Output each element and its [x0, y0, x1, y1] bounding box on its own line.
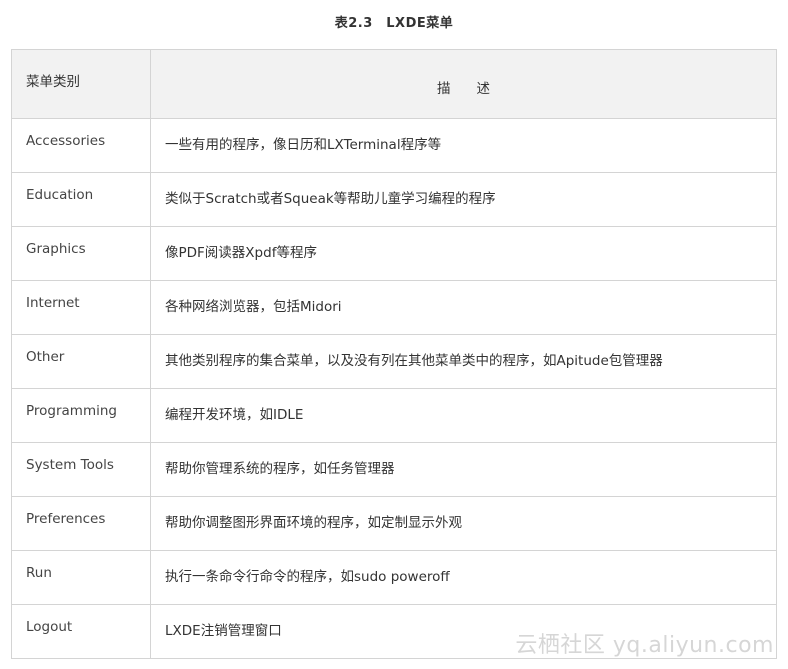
table-row: Run 执行一条命令行命令的程序，如sudo poweroff	[11, 550, 777, 605]
row-category: Preferences	[11, 496, 151, 551]
table-row: Other 其他类别程序的集合菜单，以及没有列在其他菜单类中的程序，如Apitu…	[11, 334, 777, 389]
table-row: Programming 编程开发环境，如IDLE	[11, 388, 777, 443]
row-description: 帮助你管理系统的程序，如任务管理器	[150, 442, 777, 497]
row-description: 像PDF阅读器Xpdf等程序	[150, 226, 777, 281]
row-description: 其他类别程序的集合菜单，以及没有列在其他菜单类中的程序，如Apitude包管理器	[150, 334, 777, 389]
row-category: Run	[11, 550, 151, 605]
row-description: 类似于Scratch或者Squeak等帮助儿童学习编程的程序	[150, 172, 777, 227]
row-category: Internet	[11, 280, 151, 335]
table-row: Preferences 帮助你调整图形界面环境的程序，如定制显示外观	[11, 496, 777, 551]
row-category: Logout	[11, 604, 151, 659]
header-description: 描述	[150, 49, 777, 119]
row-description: 执行一条命令行命令的程序，如sudo poweroff	[150, 550, 777, 605]
row-category: Graphics	[11, 226, 151, 281]
header-category: 菜单类别	[11, 49, 151, 119]
table-row: Logout LXDE注销管理窗口	[11, 604, 777, 659]
table-row: System Tools 帮助你管理系统的程序，如任务管理器	[11, 442, 777, 497]
row-category: Education	[11, 172, 151, 227]
table-row: Graphics 像PDF阅读器Xpdf等程序	[11, 226, 777, 281]
row-description: 一些有用的程序，像日历和LXTerminal程序等	[150, 118, 777, 173]
table-header-row: 菜单类别 描述	[11, 49, 777, 119]
row-description: LXDE注销管理窗口	[150, 604, 777, 659]
row-category: Other	[11, 334, 151, 389]
table-row: Internet 各种网络浏览器，包括Midori	[11, 280, 777, 335]
row-category: System Tools	[11, 442, 151, 497]
row-description: 编程开发环境，如IDLE	[150, 388, 777, 443]
lxde-menu-table: 菜单类别 描述 Accessories 一些有用的程序，像日历和LXTermin…	[11, 49, 777, 659]
table-row: Accessories 一些有用的程序，像日历和LXTerminal程序等	[11, 118, 777, 173]
row-category: Accessories	[11, 118, 151, 173]
row-description: 帮助你调整图形界面环境的程序，如定制显示外观	[150, 496, 777, 551]
table-caption: 表2.3 LXDE菜单	[334, 16, 454, 31]
table-row: Education 类似于Scratch或者Squeak等帮助儿童学习编程的程序	[11, 172, 777, 227]
row-category: Programming	[11, 388, 151, 443]
row-description: 各种网络浏览器，包括Midori	[150, 280, 777, 335]
